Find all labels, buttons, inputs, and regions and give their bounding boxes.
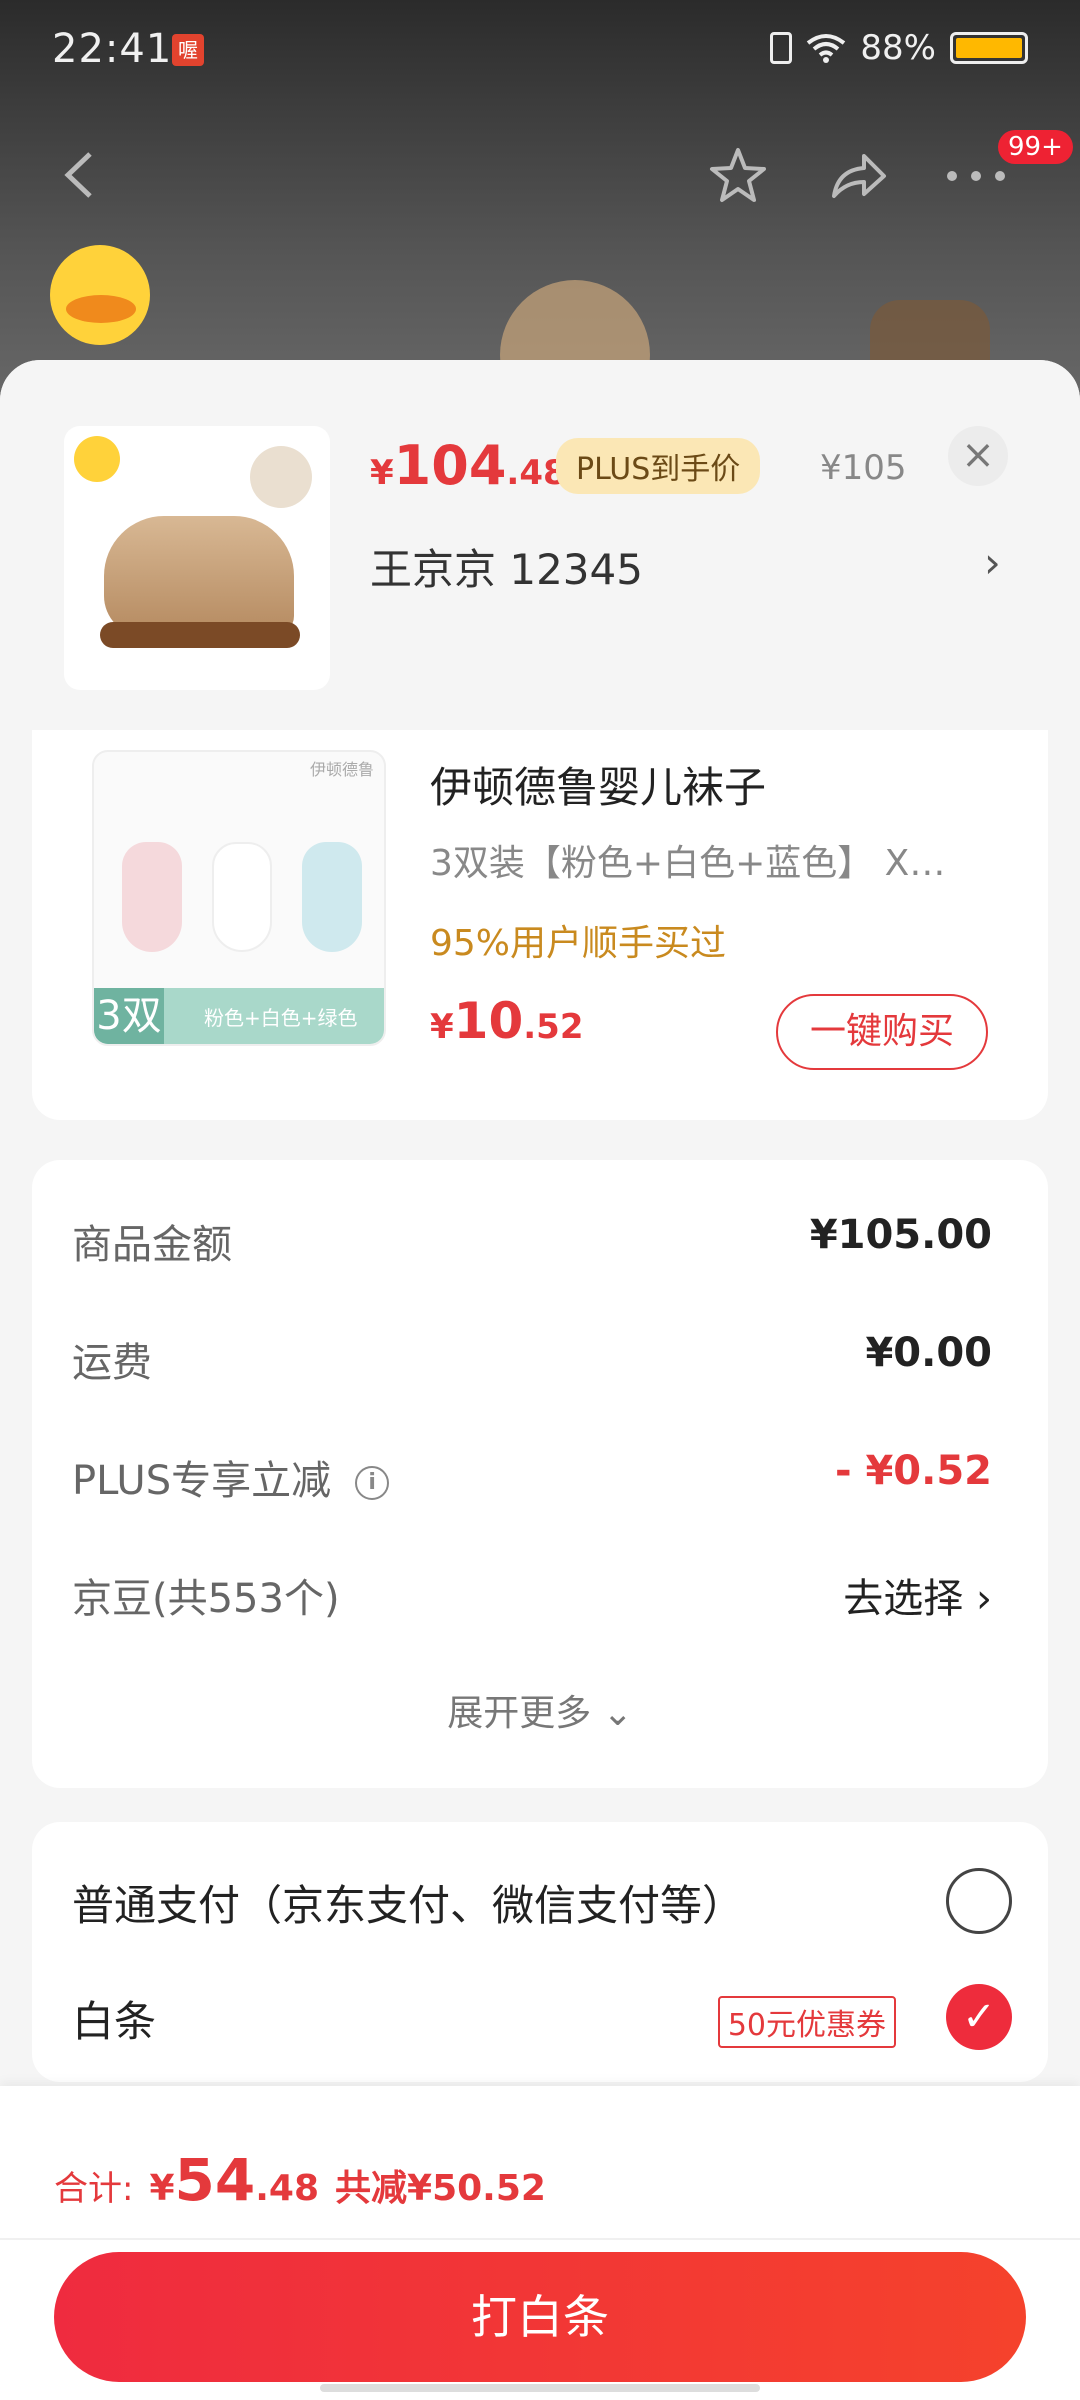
summary-value: ¥0.00 [865,1330,992,1376]
summary-row-goods: 商品金额 ¥105.00 [72,1212,992,1272]
total-decimal: .48 [255,2168,320,2209]
product-summary: ¥ 104 .48 PLUS到手价 ¥105 × 王京京 12345 › [0,360,1080,730]
expand-more-button[interactable]: 展开更多 ⌄ [32,1684,1048,1736]
pay-with-baitiao-button[interactable]: 打白条 [54,2252,1026,2382]
summary-label: 商品金额 [72,1222,232,1268]
recommendation-price: ¥ 10 .52 [430,992,584,1050]
recommendation-spec[interactable]: 3双装【粉色+白色+蓝色】 X… [430,834,1010,886]
summary-value: - ¥0.52 [834,1448,992,1494]
price-symbol: ¥ [430,1007,454,1047]
favorite-star-icon[interactable] [706,144,770,208]
payment-option-label: 普通支付（京东支付、微信支付等） [72,1881,745,1930]
one-click-buy-button[interactable]: 一键购买 [776,994,988,1070]
payment-option-baitiao[interactable]: 白条 50元优惠券 ✓ [72,1976,1012,2056]
socks-brand-text: 伊顿德鲁 [309,760,374,779]
status-bar: 22:41 喔 88% [0,0,1080,100]
total-label: 合计: [54,2169,134,2209]
checkout-bar: 合计: ¥ 54 .48 共减¥50.52 打白条 [0,2086,1080,2400]
socks-color-text: 粉色+白色+绿色 [204,1005,358,1030]
socks-pack-count: 3双 [94,988,164,1044]
product-thumbnail [64,426,330,690]
wifi-icon [807,34,846,63]
more-dots-icon[interactable] [944,164,1008,188]
radio-unchecked-icon[interactable] [946,1868,1012,1934]
recommendation-card: 伊顿德鲁 3双 粉色+白色+绿色 伊顿德鲁婴儿袜子 3双装【粉色+白色+蓝色】 … [32,730,1048,1120]
checkout-sheet: ¥ 104 .48 PLUS到手价 ¥105 × 王京京 12345 › 伊顿德… [0,360,1080,2400]
payment-option-label: 白条 [72,1997,157,2046]
final-price: ¥ 104 .48 [370,434,567,497]
shoe-sole-image [100,622,300,648]
info-icon[interactable]: i [355,1466,390,1500]
total-integer: 54 [174,2146,256,2214]
social-proof-text: 95%用户顺手买过 [430,923,727,964]
recommendation-title: 伊顿德鲁婴儿袜子 [430,763,767,812]
blue-sock-image [302,842,362,952]
summary-value: ¥105.00 [809,1212,992,1258]
price-decimal: .52 [523,1007,584,1047]
battery-percent: 88% [860,28,936,68]
order-summary-card: 商品金额 ¥105.00 运费 ¥0.00 PLUS专享立减 i - ¥0.52 … [32,1160,1048,1788]
sim-icon [770,32,793,64]
close-button[interactable]: × [948,426,1008,486]
socks-image-band: 3双 粉色+白色+绿色 [94,988,384,1044]
divider [0,2238,1080,2240]
chevron-right-icon[interactable]: › [984,538,1001,587]
summary-label: 运费 [72,1340,152,1386]
payment-method-card: 普通支付（京东支付、微信支付等） 白条 50元优惠券 ✓ [32,1822,1048,2082]
battery-icon [950,32,1028,64]
app-notification-icon: 喔 [172,34,204,66]
summary-label: 京豆(共553个) [72,1576,340,1622]
original-price: ¥105 [820,448,907,488]
plus-price-tag: PLUS到手价 [556,438,761,494]
summary-row-shipping: 运费 ¥0.00 [72,1330,992,1390]
payment-option-normal[interactable]: 普通支付（京东支付、微信支付等） [72,1860,1012,1940]
total-reduction: 共减¥50.52 [335,2168,546,2209]
shoe-image [104,516,294,636]
summary-label: PLUS专享立减 i [72,1448,390,1506]
radio-checked-icon[interactable]: ✓ [946,1984,1012,2050]
brand-logo-icon [74,436,120,482]
product-tag-icon [250,446,312,508]
share-icon[interactable] [826,144,890,208]
socks-image: 伊顿德鲁 3双 粉色+白色+绿色 [92,750,386,1046]
white-sock-image [212,842,272,952]
choose-jingdou-link[interactable]: 去选择 › [843,1566,992,1624]
order-total: 合计: ¥ 54 .48 共减¥50.52 [54,2146,546,2214]
summary-row-plus-discount: PLUS专享立减 i - ¥0.52 [72,1448,992,1508]
summary-row-jingdou[interactable]: 京豆(共553个) 去选择 › [72,1566,992,1626]
home-indicator[interactable] [320,2384,760,2392]
price-integer: 10 [453,992,524,1050]
total-symbol: ¥ [149,2168,175,2209]
plus-discount-label: PLUS专享立减 [72,1458,332,1504]
status-time: 22:41 [52,26,173,72]
coupon-badge[interactable]: 50元优惠券 [717,1996,896,2048]
price-symbol: ¥ [370,453,394,493]
delivery-address[interactable]: 王京京 12345 [370,536,643,597]
top-nav: 99+ [0,130,1080,220]
price-integer: 104 [393,434,507,497]
brand-duck-logo [50,245,150,345]
back-arrow-icon[interactable] [60,150,100,200]
message-count-badge: 99+ [998,130,1073,164]
pink-sock-image [122,842,182,952]
